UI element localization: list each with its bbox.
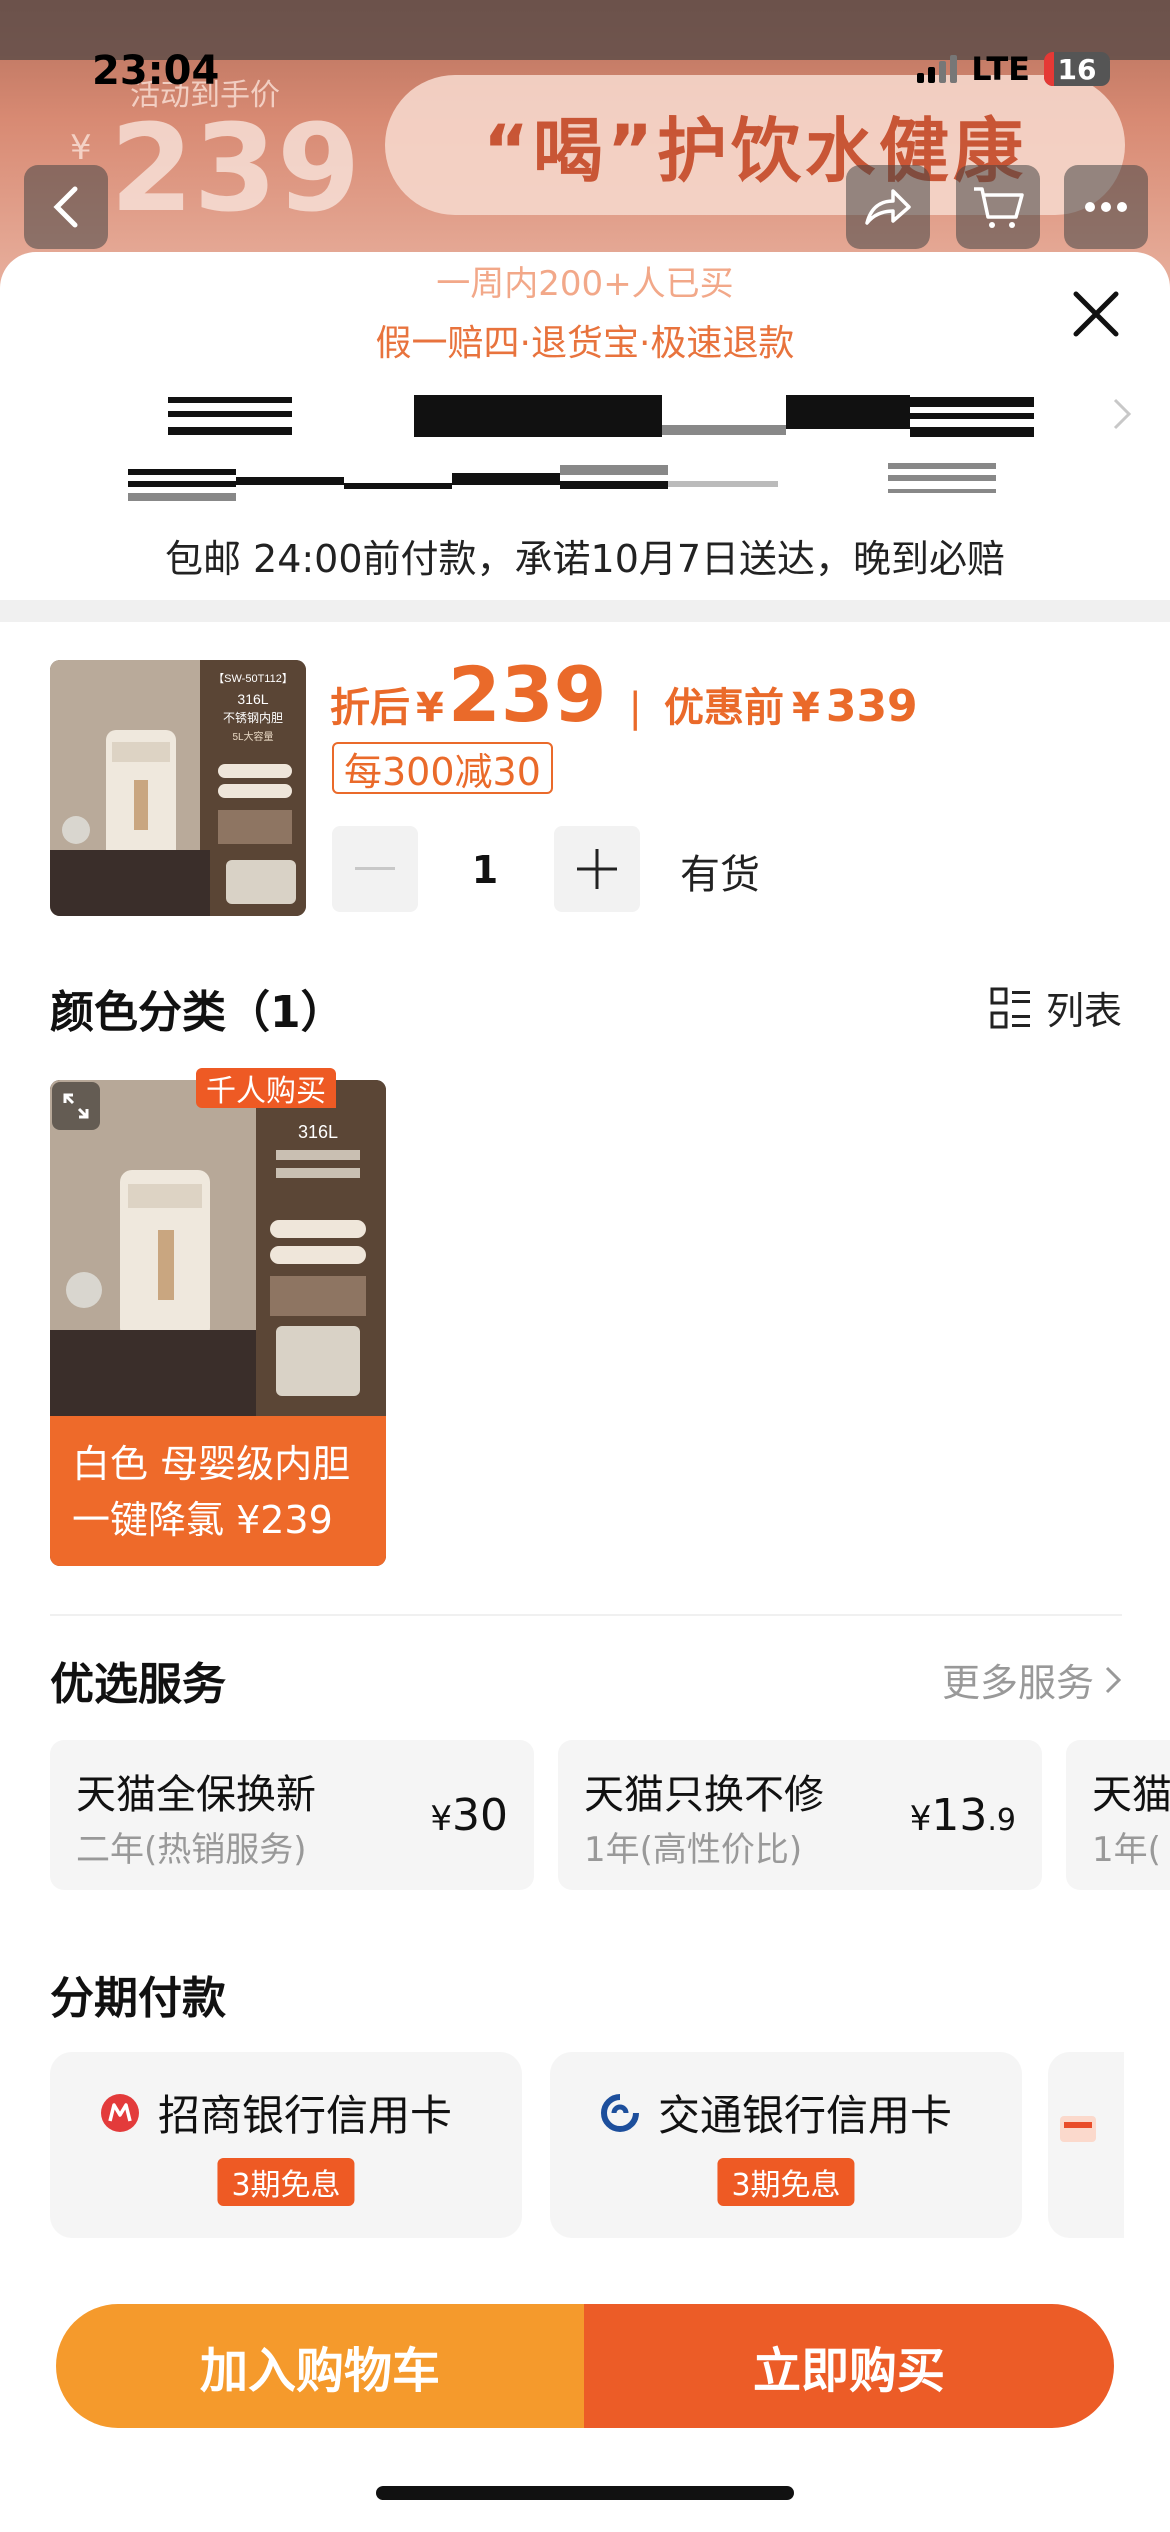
services-title: 优选服务 (50, 1659, 226, 1710)
service-desc: 1年(高性价比) (584, 1830, 803, 1870)
section-divider (50, 1614, 1122, 1616)
product-thumbnail[interactable]: 【SW-50T112】 316L 不锈钢内胆 5L大容量 (50, 660, 306, 916)
bocom-bank-icon (601, 2093, 639, 2132)
minus-icon (355, 867, 395, 870)
close-icon (1073, 291, 1119, 337)
guarantee-text: 假一赔四·退货宝·极速退款 (375, 323, 795, 364)
service-name: 天猫 (1092, 1772, 1170, 1818)
variant-option[interactable]: 316L 白色 母婴级内胆 一键降氯 ¥239 (50, 1080, 386, 1566)
interest-free-tag: 3期免息 (717, 2158, 855, 2206)
interest-free-tag: 3期免息 (217, 2158, 355, 2206)
service-price: ¥13.9 (909, 1790, 1016, 1841)
more-button[interactable] (1064, 165, 1148, 249)
variant-name: 白色 母婴级内胆 (72, 1442, 351, 1486)
installments-title: 分期付款 (50, 1973, 226, 2024)
thumb-liner: 不锈钢内胆 (223, 711, 283, 725)
delivery-promise: 包邮 24:00前付款，承诺10月7日送达，晚到必赔 (164, 537, 1006, 581)
plus-icon (577, 849, 617, 889)
redacted-promo-row (0, 385, 1170, 525)
service-desc: 1年( (1092, 1830, 1161, 1870)
list-toggle-label: 列表 (1045, 989, 1122, 1033)
variant-image: 316L (50, 1080, 386, 1416)
after-discount-label: 折后 (330, 685, 410, 731)
cellular-signal-icon (917, 55, 958, 83)
banner-price: 239 (110, 100, 361, 239)
network-type: LTE (971, 50, 1030, 88)
share-icon (865, 189, 911, 225)
original-price: 339 (825, 681, 918, 732)
status-time: 23:04 (92, 48, 220, 94)
list-icon (990, 987, 1030, 1028)
share-button[interactable] (846, 165, 930, 249)
quantity-increase-button[interactable] (554, 826, 640, 912)
thumb-material: 316L (237, 691, 268, 707)
service-card[interactable]: 天猫 1年( (1066, 1740, 1170, 1890)
before-discount-label: 优惠前 (663, 685, 784, 731)
thumb-capacity: 5L大容量 (232, 730, 273, 743)
bank-name: 交通银行信用卡 (658, 2091, 953, 2140)
more-services-link[interactable]: 更多服务 (942, 1652, 1122, 1707)
back-button[interactable] (24, 165, 108, 249)
battery-icon: 16 (1044, 52, 1110, 86)
variant-label: 白色 母婴级内胆 一键降氯 ¥239 (50, 1416, 386, 1566)
installment-icon (1060, 2116, 1096, 2142)
bank-name: 招商银行信用卡 (158, 2091, 453, 2140)
buy-now-button[interactable]: 立即购买 (584, 2304, 1114, 2428)
quantity-decrease-button[interactable] (332, 826, 418, 912)
battery-level: 16 (1057, 52, 1097, 86)
price-line: 折后 ¥ 239 | 优惠前 ¥ 339 (330, 650, 918, 739)
discounted-price: 239 (447, 650, 607, 739)
service-desc: 二年(热销服务) (76, 1830, 307, 1870)
service-price: ¥30 (430, 1790, 508, 1841)
section-divider (0, 600, 1170, 622)
chevron-right-icon (1105, 1666, 1122, 1693)
service-card[interactable]: 天猫只换不修 1年(高性价比) ¥13.9 (558, 1740, 1042, 1890)
cmb-bank-icon (101, 2093, 139, 2132)
variant-price: 一键降氯 ¥239 (72, 1498, 333, 1542)
banner-currency: ¥ (70, 128, 92, 168)
buyers-note: 一周内200+人已买 (436, 264, 734, 304)
stock-status: 有货 (680, 852, 760, 898)
list-view-toggle[interactable]: 列表 (990, 980, 1122, 1035)
coupon-badge: 每300减30 (332, 742, 553, 794)
add-to-cart-button[interactable]: 加入购物车 (56, 2304, 584, 2428)
currency-symbol-original: ¥ (791, 685, 820, 731)
action-bar: 加入购物车 立即购买 (56, 2304, 1114, 2428)
service-card[interactable]: 天猫全保换新 二年(热销服务) ¥30 (50, 1740, 534, 1890)
price-separator: | (628, 685, 642, 731)
expand-icon[interactable] (52, 1082, 100, 1130)
more-icon (1085, 202, 1127, 212)
thumb-model: 【SW-50T112】 (213, 672, 293, 685)
more-services-label: 更多服务 (941, 1661, 1094, 1705)
installment-card[interactable]: 交通银行信用卡 3期免息 (550, 2052, 1022, 2238)
status-indicators: LTE 16 (917, 50, 1110, 88)
cart-button[interactable] (956, 165, 1040, 249)
quantity-value[interactable]: 1 (440, 848, 530, 892)
color-category-title: 颜色分类（1） (50, 987, 345, 1038)
installment-card[interactable] (1048, 2052, 1124, 2238)
home-indicator[interactable] (376, 2486, 794, 2500)
service-name: 天猫只换不修 (584, 1772, 824, 1818)
chevron-left-icon (53, 186, 78, 228)
svg-text:316L: 316L (298, 1122, 338, 1142)
service-name: 天猫全保换新 (76, 1772, 316, 1818)
close-button[interactable] (1066, 284, 1126, 344)
currency-symbol: ¥ (416, 685, 444, 731)
chevron-right-icon[interactable] (1112, 395, 1132, 441)
installment-card[interactable]: 招商银行信用卡 3期免息 (50, 2052, 522, 2238)
popular-badge: 千人购买 (196, 1068, 336, 1109)
cart-icon (974, 187, 1024, 228)
